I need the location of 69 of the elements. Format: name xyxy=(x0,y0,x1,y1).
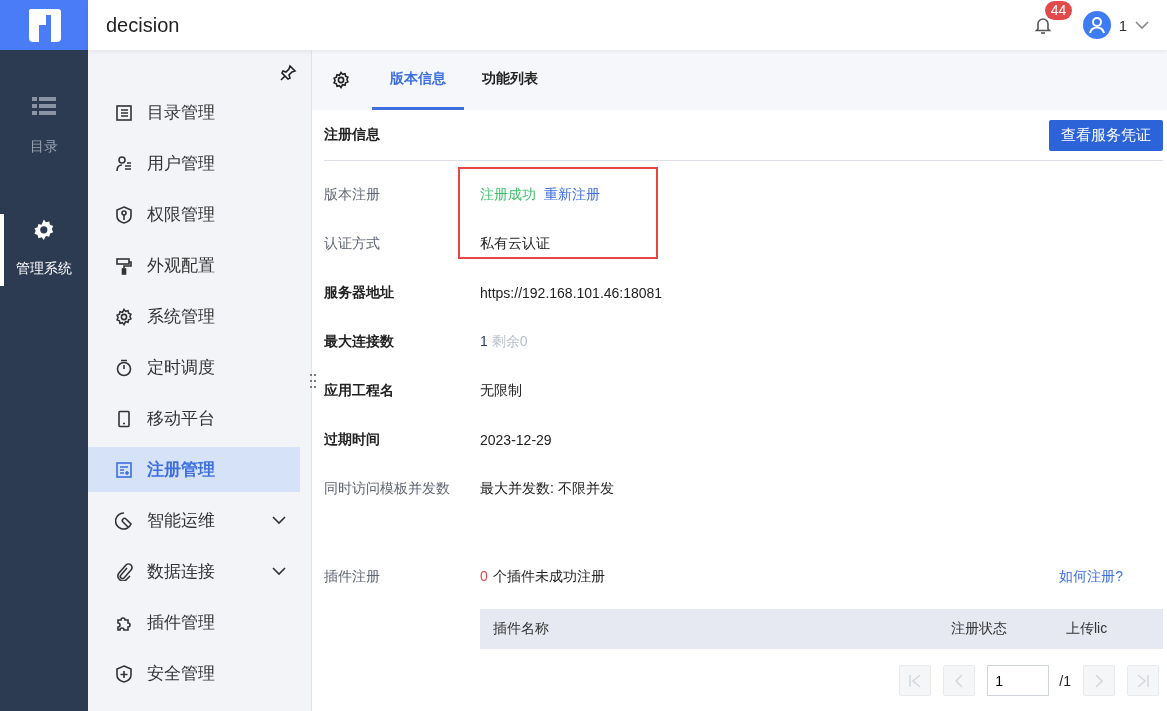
shield-key-icon xyxy=(115,205,133,224)
page-input[interactable]: 1 xyxy=(987,665,1050,696)
nav-item[interactable]: 权限管理 xyxy=(88,192,300,237)
user-icon xyxy=(115,154,133,173)
nav-item[interactable]: 系统管理 xyxy=(88,294,300,339)
field-label: 插件注册 xyxy=(324,568,381,586)
rail-item[interactable]: 目录 xyxy=(0,92,88,164)
nav-item[interactable]: 插件管理 xyxy=(88,600,300,645)
field-value: 2023-12-29 xyxy=(480,431,552,448)
remaining-count: 剩余0 xyxy=(491,332,528,351)
nav-item[interactable]: 定时调度 xyxy=(88,345,300,390)
help-link[interactable]: 如何注册? xyxy=(1059,568,1123,586)
avatar-icon xyxy=(1082,11,1111,39)
page-total: /1 xyxy=(1059,672,1071,689)
section-title: 注册信息 xyxy=(324,126,380,144)
column-header: 插件名称 xyxy=(492,620,550,638)
notification-badge: 44 xyxy=(1044,1,1073,20)
field-label: 同时访问模板并发数 xyxy=(324,479,451,498)
user-menu[interactable]: 1 xyxy=(1082,11,1149,39)
field-value: https://192.168.101.46:18081 xyxy=(480,284,663,301)
chevron-down-icon xyxy=(1135,20,1149,30)
drag-handle-icon xyxy=(309,372,317,390)
logo-icon xyxy=(26,7,62,43)
notification-button[interactable] xyxy=(1032,15,1053,35)
link[interactable]: 重新注册 xyxy=(544,185,600,204)
tab[interactable]: 功能列表 xyxy=(464,50,556,110)
gear-icon xyxy=(115,307,133,326)
view-certificate-button[interactable]: 查看服务凭证 xyxy=(1049,119,1163,151)
nav-item[interactable]: 智能运维 xyxy=(88,498,300,543)
user-name: 1 xyxy=(1118,16,1127,34)
app-title: decision xyxy=(106,13,181,37)
next-page-icon xyxy=(1092,672,1106,689)
pin-icon xyxy=(279,64,297,82)
column-header: 注册状态 xyxy=(950,620,1008,638)
bell-icon xyxy=(1032,15,1053,35)
field-value: 无限制 xyxy=(480,381,522,400)
nav-item[interactable]: 安全管理 xyxy=(88,651,300,696)
settings-icon xyxy=(332,71,350,89)
paint-roller-icon xyxy=(115,256,133,275)
mobile-icon xyxy=(115,409,133,428)
nav-item[interactable]: 用户管理 xyxy=(88,141,300,186)
register-icon xyxy=(115,460,133,479)
field-value: 个插件未成功注册 xyxy=(492,568,605,586)
last-page-icon xyxy=(1136,672,1150,689)
nav-item[interactable]: 注册管理 xyxy=(88,447,300,492)
field-value: 最大并发数: 不限并发 xyxy=(480,479,614,498)
field-label: 过期时间 xyxy=(324,430,381,449)
pin-button[interactable] xyxy=(279,64,297,82)
first-page-icon xyxy=(908,672,923,689)
field-label: 认证方式 xyxy=(324,234,381,253)
nav-item[interactable]: 外观配置 xyxy=(88,243,300,288)
field-value: 1 xyxy=(480,332,488,351)
status-text: 注册成功 xyxy=(480,185,536,204)
nav-item[interactable]: 目录管理 xyxy=(88,90,300,135)
shield-plus-icon xyxy=(115,664,133,683)
nav-item[interactable]: 移动平台 xyxy=(88,396,300,441)
stopwatch-icon xyxy=(115,358,133,377)
field-label: 版本注册 xyxy=(324,185,381,204)
field-label: 服务器地址 xyxy=(324,283,395,302)
paperclip-icon xyxy=(115,562,133,581)
field-label: 最大连接数 xyxy=(324,332,395,351)
field-value: 私有云认证 xyxy=(480,234,550,253)
field-label: 应用工程名 xyxy=(324,381,395,400)
gear-icon xyxy=(32,218,56,242)
column-header: 上传lic xyxy=(1065,620,1109,638)
nav-item[interactable]: 数据连接 xyxy=(88,549,300,594)
list-icon xyxy=(115,103,133,122)
failed-count: 0 xyxy=(480,568,488,586)
tab[interactable]: 版本信息 xyxy=(372,50,464,110)
